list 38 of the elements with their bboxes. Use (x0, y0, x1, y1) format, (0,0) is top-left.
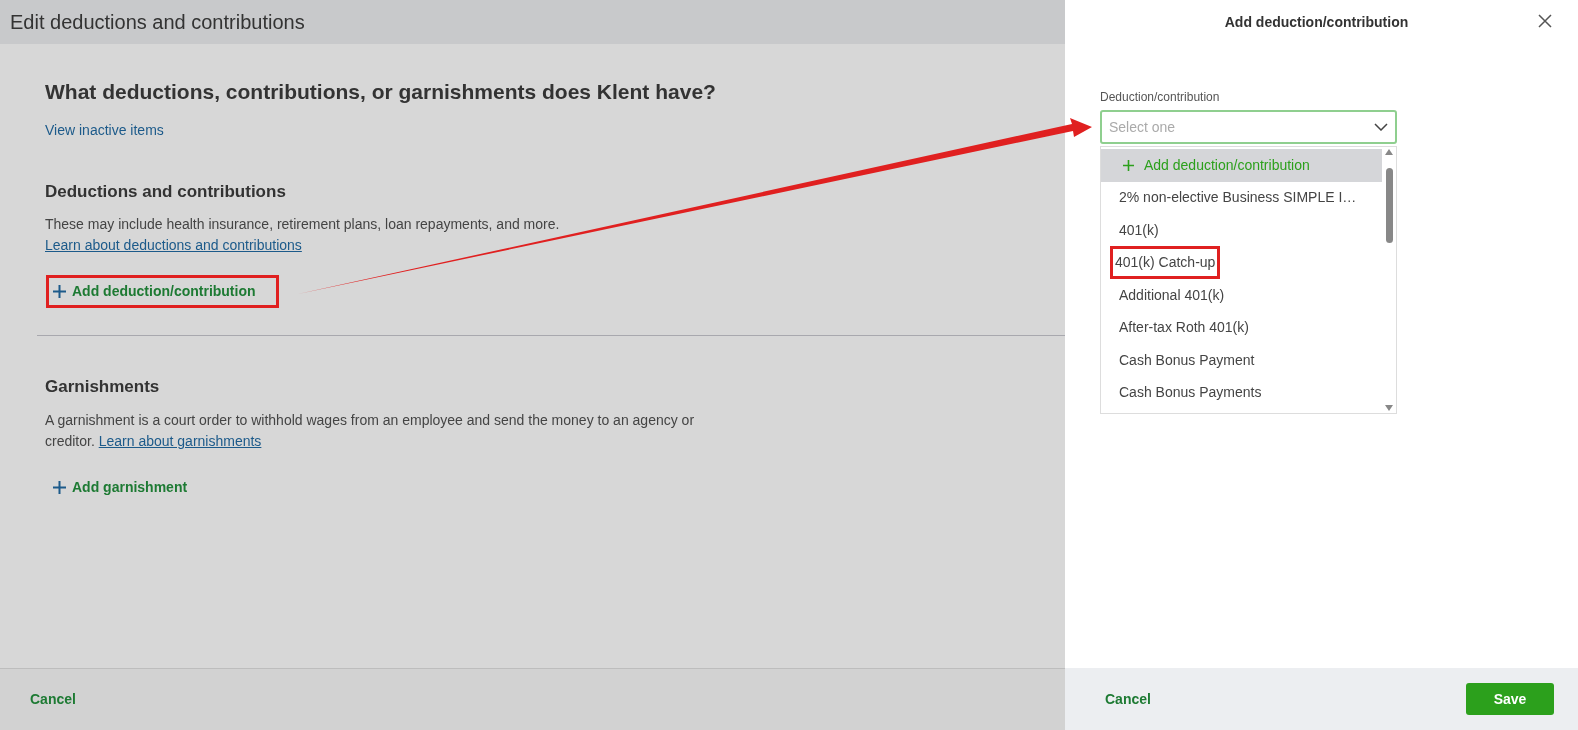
plus-icon (1123, 159, 1134, 171)
dropdown-option[interactable]: Cash Bonus Payments (1101, 376, 1382, 409)
section-description: These may include health insurance, retirement plans, loan repayments, and more. Learn about deductions and contributions (45, 215, 561, 255)
option-label: Cash Bonus Payments (1119, 383, 1262, 403)
section-heading: Garnishments (45, 376, 160, 398)
scroll-up-arrow-icon[interactable] (1385, 149, 1393, 155)
option-label: Add deduction/contribution (1144, 155, 1310, 175)
dropdown-option[interactable]: 401(k) Catch-up (1101, 246, 1382, 279)
save-button[interactable]: Save (1466, 683, 1554, 715)
dropdown-option[interactable]: 2% non-elective Business SIMPLE I… (1101, 181, 1382, 214)
learn-link[interactable]: Learn about deductions and contributions (45, 237, 302, 253)
dropdown-option[interactable]: Additional 401(k) (1101, 279, 1382, 312)
option-label: After-tax Roth 401(k) (1119, 318, 1249, 338)
dropdown-option[interactable]: Cash Bonus Payment (1101, 344, 1382, 377)
field-label: Deduction/contribution (1100, 89, 1221, 106)
plus-icon (53, 285, 66, 298)
dropdown-option[interactable]: 401(k) (1101, 214, 1382, 247)
dropdown-option[interactable]: After-tax Roth 401(k) (1101, 311, 1382, 344)
option-label: 401(k) (1119, 220, 1159, 240)
scrollbar-thumb[interactable] (1385, 167, 1393, 243)
option-label: Additional 401(k) (1119, 285, 1225, 305)
scrollbar[interactable] (1382, 147, 1396, 413)
option-label: 2% non-elective Business SIMPLE I… (1119, 188, 1357, 208)
add-button[interactable]: Add garnishment (49, 473, 192, 501)
learn-link[interactable]: Learn about garnishments (98, 432, 262, 449)
option-label: Cash Bonus Payment (1119, 350, 1255, 370)
panel-title: Add deduction/contribution (1224, 12, 1409, 32)
cancel-button[interactable]: Cancel (1105, 688, 1151, 710)
section-heading: Deductions and contributions (45, 180, 286, 203)
highlight-box: 401(k) Catch-up (1113, 249, 1218, 277)
add-button[interactable]: Add deduction/contribution (49, 278, 276, 305)
chevron-down-icon (1374, 123, 1388, 131)
plus-icon (53, 480, 66, 494)
section-description: A garnishment is a court order to withhold wages from an employee and send the money to an agency or creditor. Learn about garnishments (45, 410, 696, 451)
scroll-down-arrow-icon[interactable] (1385, 405, 1393, 411)
page-title: Edit deductions and contributions (10, 10, 305, 35)
cancel-button[interactable]: Cancel (30, 689, 76, 710)
question-heading: What deductions, contributions, or garnishments does Klent have? (45, 79, 716, 105)
